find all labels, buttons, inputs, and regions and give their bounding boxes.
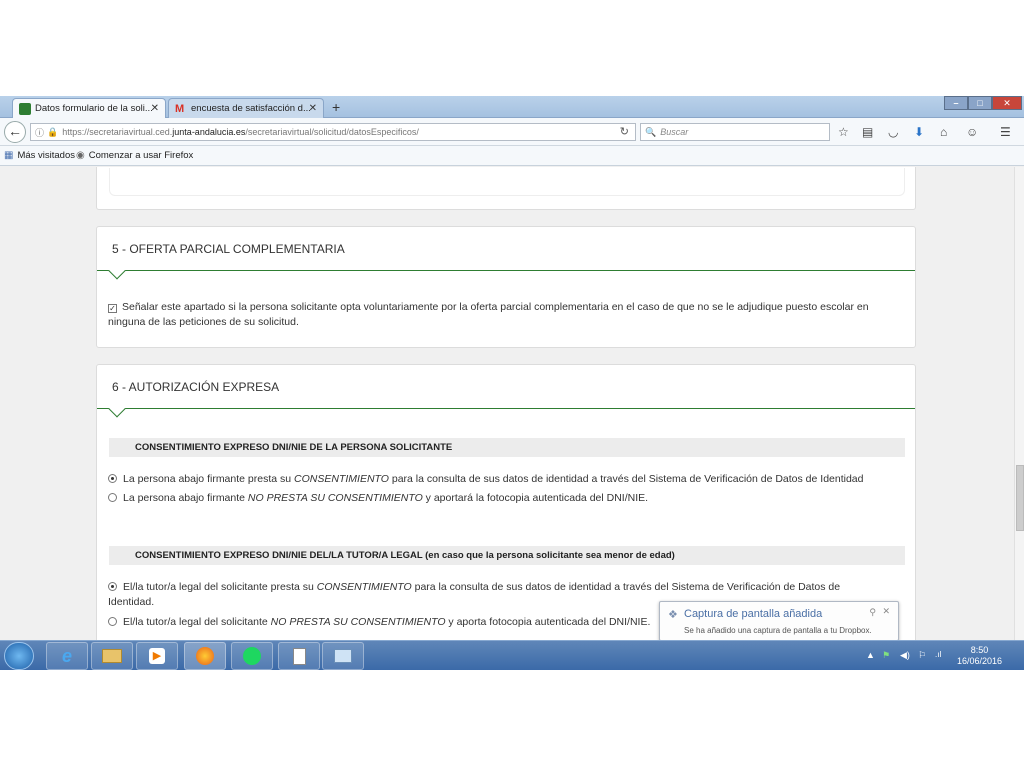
star-icon[interactable]: ☆ <box>838 125 849 139</box>
option-text: El/la tutor/a legal del solicitante <box>123 616 271 628</box>
document-icon[interactable] <box>278 642 320 670</box>
bookmark-mas-visitados[interactable]: ▦ Más visitados <box>4 150 75 161</box>
page-scrollbar[interactable] <box>1014 167 1024 640</box>
pin-icon[interactable]: ⚲ <box>869 607 876 618</box>
option-emphasis: NO PRESTA SU CONSENTIMIENTO <box>270 616 446 628</box>
section-title-text: 5 - OFERTA PARCIAL COMPLEMENTARIA <box>112 241 345 256</box>
tab-datos-formulario[interactable]: Datos formulario de la soli... ✕ <box>12 98 166 118</box>
section-title: 6 - AUTORIZACIÓN EXPRESA <box>97 365 915 418</box>
bookmark-label: Más visitados <box>17 150 76 161</box>
dropbox-icon: ❖ <box>668 609 678 621</box>
search-input[interactable]: 🔍 Buscar <box>640 123 830 141</box>
info-icon[interactable]: ⓘ <box>35 126 44 139</box>
new-tab-button[interactable]: + <box>332 99 340 115</box>
lock-icon: 🔒 <box>47 126 59 137</box>
download-icon[interactable]: ⬇ <box>914 125 924 139</box>
close-icon[interactable]: ✕ <box>882 606 890 617</box>
inner-box <box>109 168 905 196</box>
consent-solicitante-no-option[interactable]: La persona abajo firmante NO PRESTA SU C… <box>108 491 908 506</box>
firefox-icon: ◉ <box>76 150 85 161</box>
bookmark-label: Comenzar a usar Firefox <box>88 150 194 161</box>
option-emphasis: NO PRESTA SU CONSENTIMIENTO <box>247 492 423 504</box>
firefox-taskbar-icon[interactable] <box>184 642 226 670</box>
menu-icon[interactable]: ☰ <box>1000 125 1011 139</box>
section-6-panel: 6 - AUTORIZACIÓN EXPRESA CONSENTIMIENTO … <box>96 364 916 640</box>
section-5-panel: 5 - OFERTA PARCIAL COMPLEMENTARIA ✓ Señal… <box>96 226 916 348</box>
checkbox-oferta-parcial[interactable]: ✓ <box>108 304 117 313</box>
network-status-icon[interactable]: ⚑ <box>882 650 890 661</box>
tab-label: encuesta de satisfacción d... <box>191 103 311 114</box>
folder-icon: ▦ <box>4 150 14 161</box>
navigation-bar: ← ⓘ 🔒 https://secretariavirtual.ced. junt… <box>0 118 1024 146</box>
scroll-thumb[interactable] <box>1016 465 1024 531</box>
gmail-favicon-icon: M <box>175 102 185 115</box>
radio-tutor-consent-no[interactable] <box>108 617 117 626</box>
internet-explorer-icon[interactable]: e <box>46 642 88 670</box>
clock-time: 8:50 <box>970 645 989 655</box>
previous-panel <box>96 167 916 210</box>
option-emphasis: CONSENTIMIENTO <box>294 473 389 485</box>
oferta-parcial-option[interactable]: ✓ Señalar este apartado si la persona sol… <box>108 300 908 330</box>
chat-icon[interactable]: ☺ <box>966 125 978 139</box>
radio-consent-no[interactable] <box>108 493 117 502</box>
radio-tutor-consent-yes[interactable] <box>108 582 117 591</box>
dropbox-notification[interactable]: ❖ Captura de pantalla añadida Se ha añad… <box>659 601 899 641</box>
bookmark-comenzar-firefox[interactable]: ◉ Comenzar a usar Firefox <box>76 150 193 161</box>
option-text: y aportará la fotocopia autenticada del … <box>422 492 649 504</box>
home-icon[interactable]: ⌂ <box>940 125 947 139</box>
url-host: junta-andalucia.es <box>172 127 246 137</box>
screen: Datos formulario de la soli... ✕ M encue… <box>0 96 1024 670</box>
volume-icon[interactable]: ◀) <box>900 650 910 661</box>
back-button[interactable]: ← <box>4 121 26 143</box>
consent-solicitante-heading: CONSENTIMIENTO EXPRESO DNI/NIE DE LA PER… <box>109 438 905 457</box>
header-notch <box>108 400 126 418</box>
option-text: para la consulta de sus datos de identid… <box>388 473 864 485</box>
reload-icon[interactable]: ↻ <box>620 125 629 138</box>
option-text: y aporta fotocopia autenticada del DNI/N… <box>445 616 651 628</box>
clock-date: 16/06/2016 <box>956 656 1002 666</box>
option-text: El/la tutor/a legal del solicitante pres… <box>123 581 317 593</box>
consent-solicitante-yes-option[interactable]: La persona abajo firmante presta su CONS… <box>108 472 908 487</box>
radio-consent-yes[interactable] <box>108 474 117 483</box>
maximize-button[interactable]: □ <box>968 96 992 110</box>
option-text: La persona abajo firmante <box>123 492 248 504</box>
page-content: 5 - OFERTA PARCIAL COMPLEMENTARIA ✓ Señal… <box>0 167 1024 640</box>
option-text: La persona abajo firmante presta su <box>123 473 295 485</box>
url-prefix: https://secretariavirtual.ced. <box>62 127 173 137</box>
pocket-icon[interactable]: ◡ <box>888 125 898 139</box>
signal-icon[interactable]: .ıl <box>935 650 941 659</box>
search-placeholder: Buscar <box>660 127 689 137</box>
close-icon[interactable]: ✕ <box>151 103 159 114</box>
tab-label: Datos formulario de la soli... <box>35 103 153 114</box>
tab-encuesta[interactable]: M encuesta de satisfacción d... ✕ <box>168 98 324 118</box>
bookmarks-bar: ▦ Más visitados ◉ Comenzar a usar Firefo… <box>0 146 1024 166</box>
flag-icon[interactable]: ⚐ <box>918 650 926 661</box>
url-path: /secretariavirtual/solicitud/datosEspeci… <box>245 127 419 137</box>
spotify-icon[interactable] <box>231 642 273 670</box>
show-hidden-icons-icon[interactable]: ▲ <box>866 650 875 660</box>
junta-favicon-icon <box>19 102 31 115</box>
search-icon: 🔍 <box>645 126 657 137</box>
file-explorer-icon[interactable] <box>91 642 133 670</box>
consent-tutor-heading: CONSENTIMIENTO EXPRESO DNI/NIE DEL/LA TU… <box>109 546 905 565</box>
minimize-button[interactable]: – <box>944 96 968 110</box>
notification-message: Se ha añadido una captura de pantalla a … <box>684 626 872 635</box>
checkbox-label: Señalar este apartado si la persona soli… <box>108 301 869 328</box>
system-clock[interactable]: 8:50 16/06/2016 <box>957 645 1002 667</box>
media-player-icon[interactable]: ▶ <box>136 642 178 670</box>
close-icon[interactable]: ✕ <box>309 103 317 114</box>
section-title-text: 6 - AUTORIZACIÓN EXPRESA <box>112 379 280 394</box>
reading-list-icon[interactable]: ▤ <box>862 125 873 139</box>
notification-title: Captura de pantalla añadida <box>684 608 823 620</box>
close-window-button[interactable]: ✕ <box>992 96 1022 110</box>
start-button[interactable] <box>4 642 34 670</box>
option-emphasis: CONSENTIMIENTO <box>316 581 412 593</box>
screenshot-app-icon[interactable] <box>322 642 364 670</box>
tab-bar: Datos formulario de la soli... ✕ M encue… <box>0 96 1024 118</box>
section-title: 5 - OFERTA PARCIAL COMPLEMENTARIA <box>97 227 915 280</box>
taskbar: e ▶ ▲ ⚑ ◀) ⚐ .ıl 8:50 16/06/2016 <box>0 640 1024 670</box>
header-notch <box>108 262 126 280</box>
url-bar[interactable]: ⓘ 🔒 https://secretariavirtual.ced. junta-… <box>30 123 636 141</box>
